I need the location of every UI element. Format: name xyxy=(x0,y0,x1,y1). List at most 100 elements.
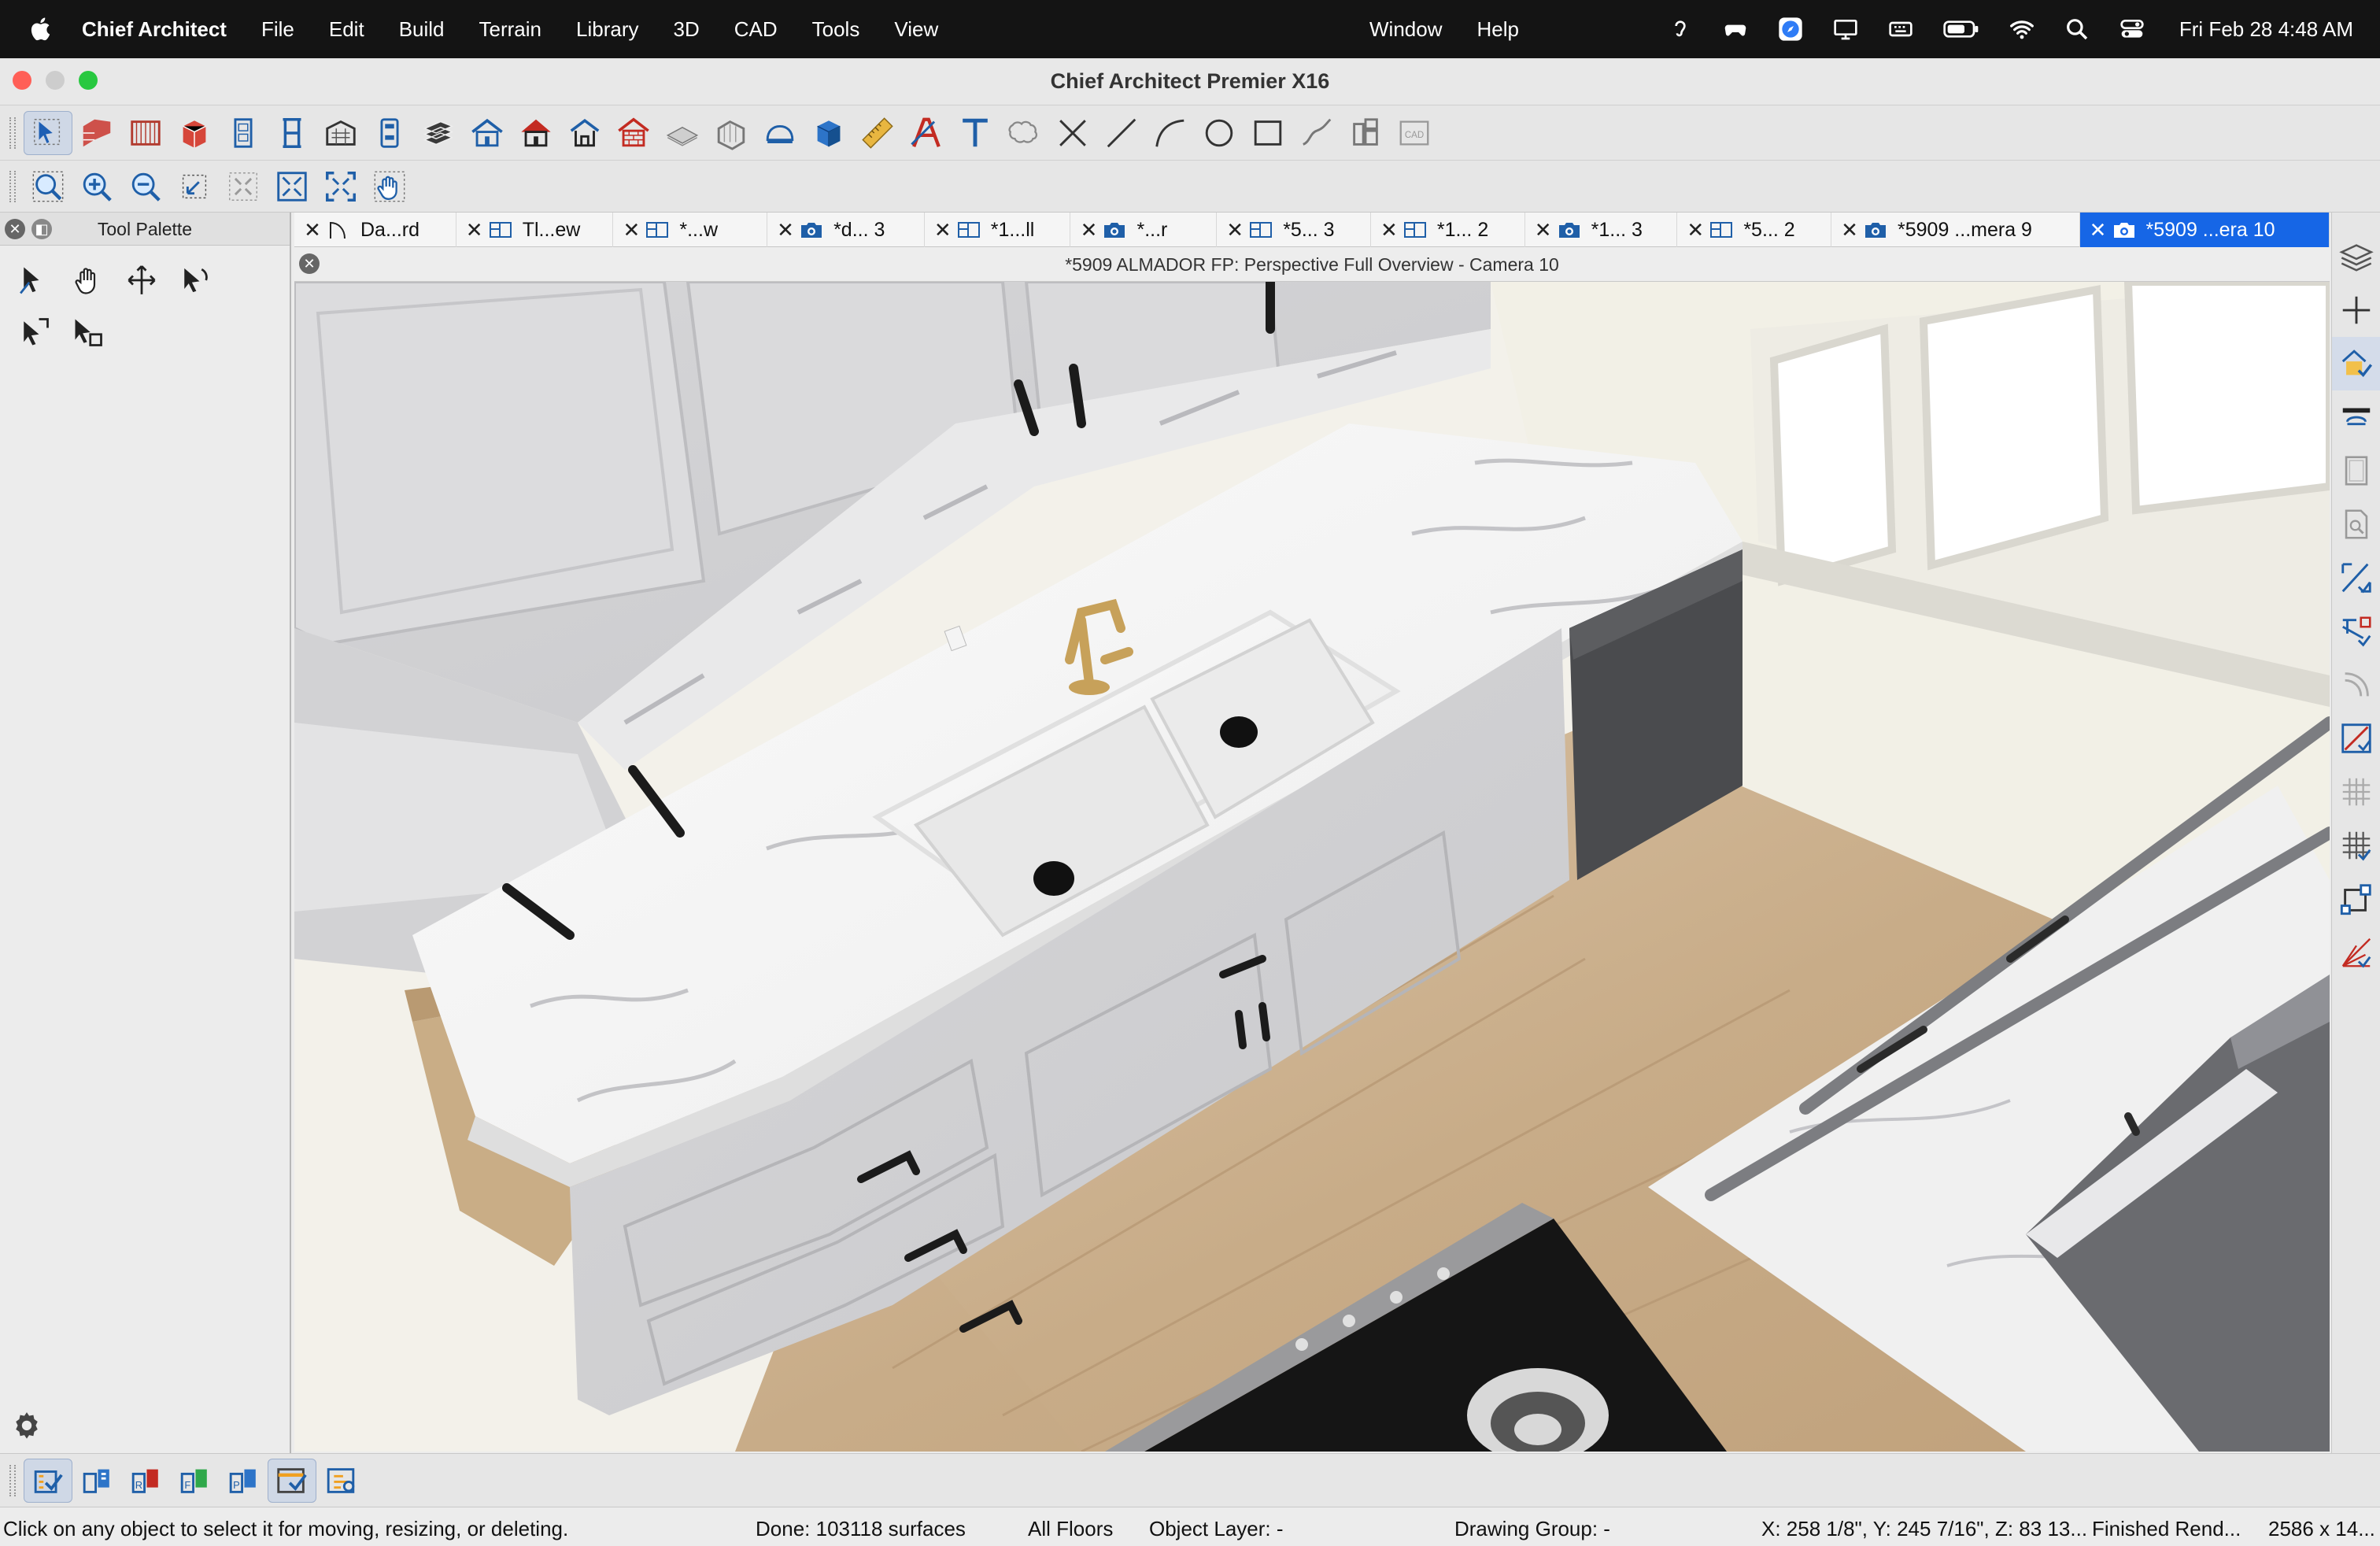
zoom-page-button[interactable] xyxy=(2332,497,2380,551)
callout-button[interactable] xyxy=(1000,111,1048,155)
hearing-icon[interactable] xyxy=(1668,17,1693,42)
toolbar-grip[interactable] xyxy=(9,117,16,149)
close-tab-icon[interactable]: ✕ xyxy=(2085,218,2112,242)
plane-tool-button[interactable] xyxy=(2332,712,2380,765)
close-tab-icon[interactable]: ✕ xyxy=(1376,218,1402,242)
grid-display-button[interactable] xyxy=(2332,765,2380,819)
close-tab-icon[interactable]: ✕ xyxy=(772,218,799,242)
layer-set-active-button[interactable] xyxy=(2332,337,2380,390)
menu-help[interactable]: Help xyxy=(1476,17,1518,42)
curve-tool-button[interactable] xyxy=(2332,658,2380,712)
arc-button[interactable] xyxy=(1146,111,1195,155)
delete-button[interactable] xyxy=(1048,111,1097,155)
menu-view[interactable]: View xyxy=(894,17,938,42)
app-menu[interactable]: Chief Architect xyxy=(82,17,227,42)
fill-window-all-button[interactable] xyxy=(316,165,365,209)
wifi-icon[interactable] xyxy=(2009,17,2034,42)
materials-button[interactable] xyxy=(756,111,804,155)
wall-plane-button[interactable] xyxy=(2332,444,2380,497)
reference-display-button[interactable] xyxy=(2332,390,2380,444)
menu-library[interactable]: Library xyxy=(576,17,638,42)
toolbar-grip[interactable] xyxy=(9,170,16,202)
menu-cad[interactable]: CAD xyxy=(734,17,778,42)
palette-select-layer-button[interactable] xyxy=(65,310,112,354)
framing-button[interactable] xyxy=(512,111,560,155)
spline-button[interactable] xyxy=(1292,111,1341,155)
line-button[interactable] xyxy=(1097,111,1146,155)
apple-menu-icon[interactable] xyxy=(28,16,55,43)
tab-5[interactable]: ✕ *...r xyxy=(1070,213,1218,247)
select-objects-button[interactable] xyxy=(24,110,72,155)
tab-2[interactable]: ✕ *...w xyxy=(613,213,768,247)
stairs-button[interactable] xyxy=(316,111,365,155)
close-tab-icon[interactable]: ✕ xyxy=(618,218,645,242)
framing-view-button[interactable]: F xyxy=(170,1459,219,1503)
palette-pan-button[interactable] xyxy=(65,258,112,302)
close-tab-icon[interactable]: ✕ xyxy=(1682,218,1709,242)
text-style-button[interactable] xyxy=(902,111,951,155)
sheet-layout-button[interactable] xyxy=(268,1458,316,1503)
close-tab-icon[interactable]: ✕ xyxy=(299,218,326,242)
palette-rotate-select-button[interactable] xyxy=(172,258,219,302)
menu-3d[interactable]: 3D xyxy=(673,17,699,42)
plot-plan-button[interactable] xyxy=(316,1459,365,1503)
dimension-button[interactable] xyxy=(853,111,902,155)
tab-6[interactable]: ✕ *5... 3 xyxy=(1217,213,1371,247)
close-tab-icon[interactable]: ✕ xyxy=(929,218,956,242)
menu-terrain[interactable]: Terrain xyxy=(479,17,541,42)
text-button[interactable] xyxy=(951,111,1000,155)
tab-1[interactable]: ✕ Tl...ew xyxy=(456,213,614,247)
tab-8[interactable]: ✕ *1... 3 xyxy=(1525,213,1678,247)
tab-0[interactable]: ✕ Da...rd xyxy=(294,213,456,247)
tab-11-active[interactable]: ✕ *5909 ...era 10 xyxy=(2079,213,2330,247)
menu-edit[interactable]: Edit xyxy=(329,17,364,42)
floor-plan-button[interactable] xyxy=(609,111,658,155)
safari-icon[interactable] xyxy=(1778,17,1803,42)
floor-view-button[interactable] xyxy=(72,1459,121,1503)
angle-snap-button[interactable] xyxy=(2332,926,2380,979)
walls-button[interactable] xyxy=(72,111,121,155)
dormer-button[interactable] xyxy=(560,111,609,155)
menubar-clock[interactable]: Fri Feb 28 4:48 AM xyxy=(2179,17,2353,42)
electrical-button[interactable] xyxy=(414,111,463,155)
living-area-checklist-button[interactable] xyxy=(24,1458,72,1503)
add-guide-button[interactable] xyxy=(2332,283,2380,337)
menu-window[interactable]: Window xyxy=(1369,17,1442,42)
close-tab-icon[interactable]: ✕ xyxy=(461,218,488,242)
3d-viewport[interactable] xyxy=(294,282,2330,1452)
close-tab-icon[interactable]: ✕ xyxy=(1836,218,1863,242)
keyboard-brightness-icon[interactable] xyxy=(1888,17,1913,42)
tab-7[interactable]: ✕ *1... 2 xyxy=(1371,213,1525,247)
kitchen-3d-render[interactable] xyxy=(294,282,2330,1452)
display-icon[interactable] xyxy=(1833,17,1858,42)
edit-area-button[interactable] xyxy=(2332,551,2380,605)
wall-elevation-button[interactable] xyxy=(1341,111,1390,155)
windows-button[interactable] xyxy=(268,111,316,155)
control-center-icon[interactable] xyxy=(2119,17,2145,42)
menu-file[interactable]: File xyxy=(261,17,294,42)
tab-10[interactable]: ✕ *5909 ...mera 9 xyxy=(1831,213,2080,247)
tab-3[interactable]: ✕ *d... 3 xyxy=(767,213,925,247)
palette-select-group-button[interactable] xyxy=(11,310,58,354)
object-snap-button[interactable] xyxy=(2332,872,2380,926)
snap-grid-button[interactable] xyxy=(2332,819,2380,872)
toolbar-grip[interactable] xyxy=(9,1464,16,1496)
palette-move-button[interactable] xyxy=(118,258,165,302)
rectangle-button[interactable] xyxy=(1244,111,1292,155)
edit-section-button[interactable] xyxy=(2332,605,2380,658)
zoom-window-button[interactable] xyxy=(24,165,72,209)
close-tab-icon[interactable]: ✕ xyxy=(1075,218,1102,242)
tab-9[interactable]: ✕ *5... 2 xyxy=(1677,213,1832,247)
close-tab-icon[interactable]: ✕ xyxy=(1530,218,1557,242)
pan-button[interactable] xyxy=(365,165,414,209)
zoom-out-button[interactable] xyxy=(121,165,170,209)
doors-button[interactable] xyxy=(219,111,268,155)
tab-4[interactable]: ✕ *1...ll xyxy=(925,213,1071,247)
spotlight-search-icon[interactable] xyxy=(2064,17,2090,42)
battery-icon[interactable] xyxy=(1943,17,1979,42)
palette-select-edge-button[interactable] xyxy=(11,258,58,302)
plan-view-button[interactable]: P xyxy=(219,1459,268,1503)
gamepad-icon[interactable] xyxy=(1723,17,1748,42)
cabinet-library-button[interactable] xyxy=(170,111,219,155)
fill-window-building-button[interactable] xyxy=(268,165,316,209)
